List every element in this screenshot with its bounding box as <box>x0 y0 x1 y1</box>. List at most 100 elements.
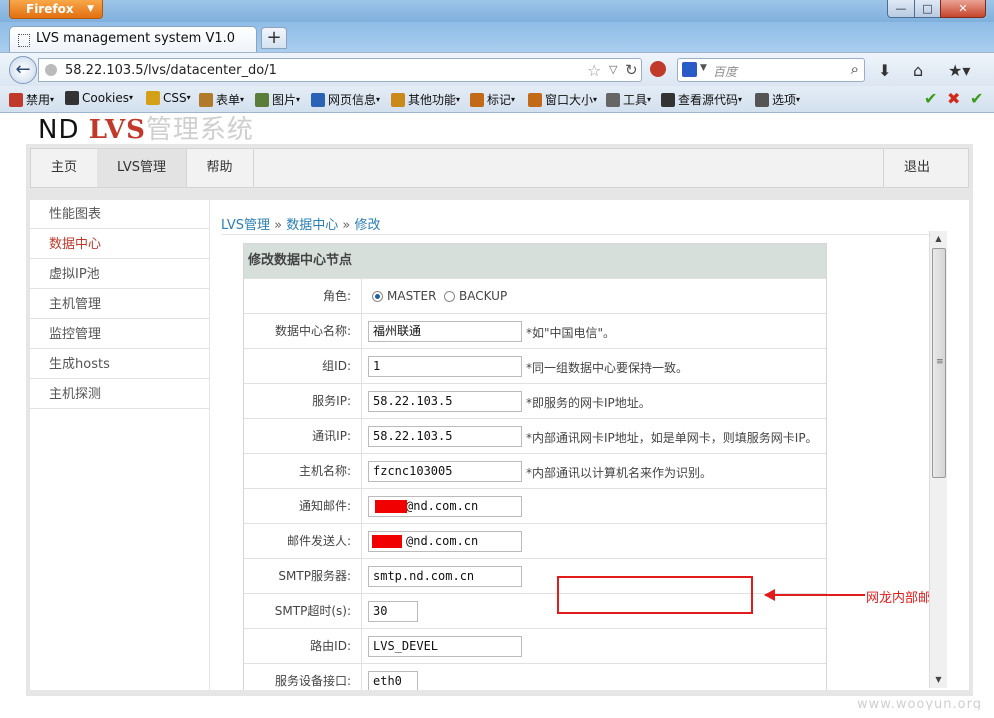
devtool-menu-3[interactable]: 表单▾ <box>199 91 244 108</box>
field-label: 通知邮件: <box>244 489 362 523</box>
address-bar[interactable]: 58.22.103.5/lvs/datacenter_do/1 ☆ ▽ ↻ <box>38 58 642 82</box>
home-icon[interactable]: ⌂ <box>913 61 923 80</box>
devtool-menu-7[interactable]: 标记▾ <box>470 91 515 108</box>
devtool-menu-6[interactable]: 其他功能▾ <box>391 91 460 108</box>
devtool-menu-0[interactable]: 禁用▾ <box>9 91 54 108</box>
devtool-menu-5[interactable]: 网页信息▾ <box>311 91 380 108</box>
breadcrumb-lvs[interactable]: LVS管理 <box>221 218 270 233</box>
url-text: 58.22.103.5/lvs/datacenter_do/1 <box>65 63 277 78</box>
search-box[interactable]: 🐾 ▼ 百度 ⌕ <box>677 58 865 82</box>
devtool-menu-label: 工具 <box>623 93 648 107</box>
field-label: 通讯IP: <box>244 419 362 453</box>
chevron-down-icon: ▾ <box>456 95 461 104</box>
devtool-menu-10[interactable]: 查看源代码▾ <box>661 91 742 108</box>
sidebar-item-host-probe[interactable]: 主机探测 <box>30 380 209 409</box>
close-window-button[interactable]: ✕ <box>940 0 986 18</box>
sidebar-item-charts[interactable]: 性能图表 <box>30 200 209 229</box>
text-input[interactable]: 58.22.103.5 <box>368 391 522 412</box>
chevron-down-icon: ▾ <box>50 95 55 104</box>
devtool-menu-2[interactable]: CSS▾ <box>146 91 191 105</box>
minimize-button[interactable]: — <box>887 0 915 18</box>
field-hint: *同一组数据中心要保持一致。 <box>526 361 689 375</box>
sidebar-item-vip-pool[interactable]: 虚拟IP池 <box>30 260 209 289</box>
devtool-menu-label: 查看源代码 <box>678 93 739 107</box>
devtool-menu-label: 窗口大小 <box>545 93 594 107</box>
nav-home[interactable]: 主页 <box>31 149 98 187</box>
tab-title: LVS management system V1.0 <box>36 31 236 46</box>
sidebar-item-hosts[interactable]: 主机管理 <box>30 290 209 319</box>
text-input[interactable]: 30 <box>368 601 418 622</box>
text-input[interactable]: smtp.nd.com.cn <box>368 566 522 587</box>
text-input[interactable]: @nd.com.cn <box>368 496 522 517</box>
options-icon <box>755 93 769 107</box>
input-value: fzcnc103005 <box>373 464 453 478</box>
devtool-menu-4[interactable]: 图片▾ <box>255 91 300 108</box>
bookmark-star-icon[interactable]: ☆ <box>587 61 601 80</box>
scrollbar-thumb[interactable]: ≡ <box>932 248 946 478</box>
firefox-menu-button[interactable]: Firefox ▼ <box>9 0 103 19</box>
breadcrumb-edit[interactable]: 修改 <box>354 218 380 233</box>
baidu-engine-icon[interactable]: 🐾 <box>682 62 697 77</box>
text-input[interactable]: LVS_DEVEL <box>368 636 522 657</box>
sidebar-item-datacenter[interactable]: 数据中心 <box>30 230 209 259</box>
form-row: 通知邮件: @nd.com.cn <box>244 488 826 523</box>
role-master-label: MASTER <box>387 289 437 303</box>
field-hint: *内部通讯以计算机名来作为识别。 <box>526 466 713 480</box>
input-value: 1 <box>373 359 381 373</box>
vertical-scrollbar[interactable]: ▲ ≡ ▼ <box>929 231 947 688</box>
adblock-icon[interactable] <box>650 61 666 77</box>
field-label: 邮件发送人: <box>244 524 362 558</box>
validate-ok-icon[interactable]: ✔ <box>924 89 937 108</box>
browser-tab[interactable]: LVS management system V1.0 <box>9 26 257 52</box>
scroll-up-arrow-icon[interactable]: ▲ <box>930 231 947 247</box>
field-label: 路由ID: <box>244 629 362 663</box>
url-history-dropdown-icon[interactable]: ▽ <box>609 63 617 76</box>
search-icon[interactable]: ⌕ <box>851 60 859 78</box>
scroll-down-arrow-icon[interactable]: ▼ <box>930 672 947 688</box>
site-identity-icon[interactable] <box>45 64 57 76</box>
form-row: 组ID: 1 *同一组数据中心要保持一致。 <box>244 348 826 383</box>
devtool-menu-1[interactable]: Cookies▾ <box>65 91 133 105</box>
chevron-down-icon: ▼ <box>87 4 94 14</box>
breadcrumb-divider <box>221 234 931 235</box>
role-backup-radio[interactable]: BACKUP <box>444 289 507 303</box>
logo-nd: ND <box>38 115 80 145</box>
chevron-down-icon: ▾ <box>647 95 652 104</box>
text-input[interactable]: 1 <box>368 356 522 377</box>
grip-icon: ≡ <box>936 357 944 367</box>
devtool-menu-label: 网页信息 <box>328 93 377 107</box>
devtool-menu-label: 选项 <box>772 93 797 107</box>
top-nav: 主页 LVS管理 帮助 退出 <box>30 148 969 188</box>
nav-lvs-manage[interactable]: LVS管理 <box>97 149 187 187</box>
text-input[interactable]: 福州联通 <box>368 321 522 342</box>
devtool-menu-11[interactable]: 选项▾ <box>755 91 800 108</box>
chevron-down-icon: ▾ <box>296 95 301 104</box>
text-input[interactable]: fzcnc103005 <box>368 461 522 482</box>
breadcrumb-datacenter[interactable]: 数据中心 <box>286 218 338 233</box>
download-icon[interactable]: ⬇ <box>878 61 891 80</box>
back-button[interactable]: ← <box>9 56 37 84</box>
engine-dropdown-icon[interactable]: ▼ <box>700 63 707 73</box>
input-value: 福州联通 <box>373 324 422 338</box>
sidebar-item-gen-hosts[interactable]: 生成hosts <box>30 350 209 379</box>
tools-icon <box>606 93 620 107</box>
role-master-radio[interactable]: MASTER <box>372 289 436 303</box>
css-ok-icon[interactable]: ✔ <box>970 89 983 108</box>
field-hint: *内部通讯网卡IP地址，如是单网卡，则填服务网卡IP。 <box>526 431 818 445</box>
maximize-button[interactable]: □ <box>914 0 941 18</box>
sidebar-item-monitor[interactable]: 监控管理 <box>30 320 209 349</box>
reload-icon[interactable]: ↻ <box>625 61 638 79</box>
watermark: www.wooyun.org <box>856 697 982 710</box>
bookmarks-menu-icon[interactable]: ★▾ <box>948 61 970 80</box>
devtool-menu-8[interactable]: 窗口大小▾ <box>528 91 597 108</box>
devtool-menu-label: 图片 <box>272 93 297 107</box>
devtool-menu-9[interactable]: 工具▾ <box>606 91 651 108</box>
text-input[interactable]: eth0 <box>368 671 418 690</box>
error-icon[interactable]: ✖ <box>947 89 960 108</box>
nav-help[interactable]: 帮助 <box>186 149 254 187</box>
text-input[interactable]: @nd.com.cn <box>368 531 522 552</box>
text-input[interactable]: 58.22.103.5 <box>368 426 522 447</box>
new-tab-button[interactable]: + <box>261 27 287 49</box>
logout-button[interactable]: 退出 <box>883 149 950 187</box>
chevron-down-icon: ▾ <box>738 95 743 104</box>
